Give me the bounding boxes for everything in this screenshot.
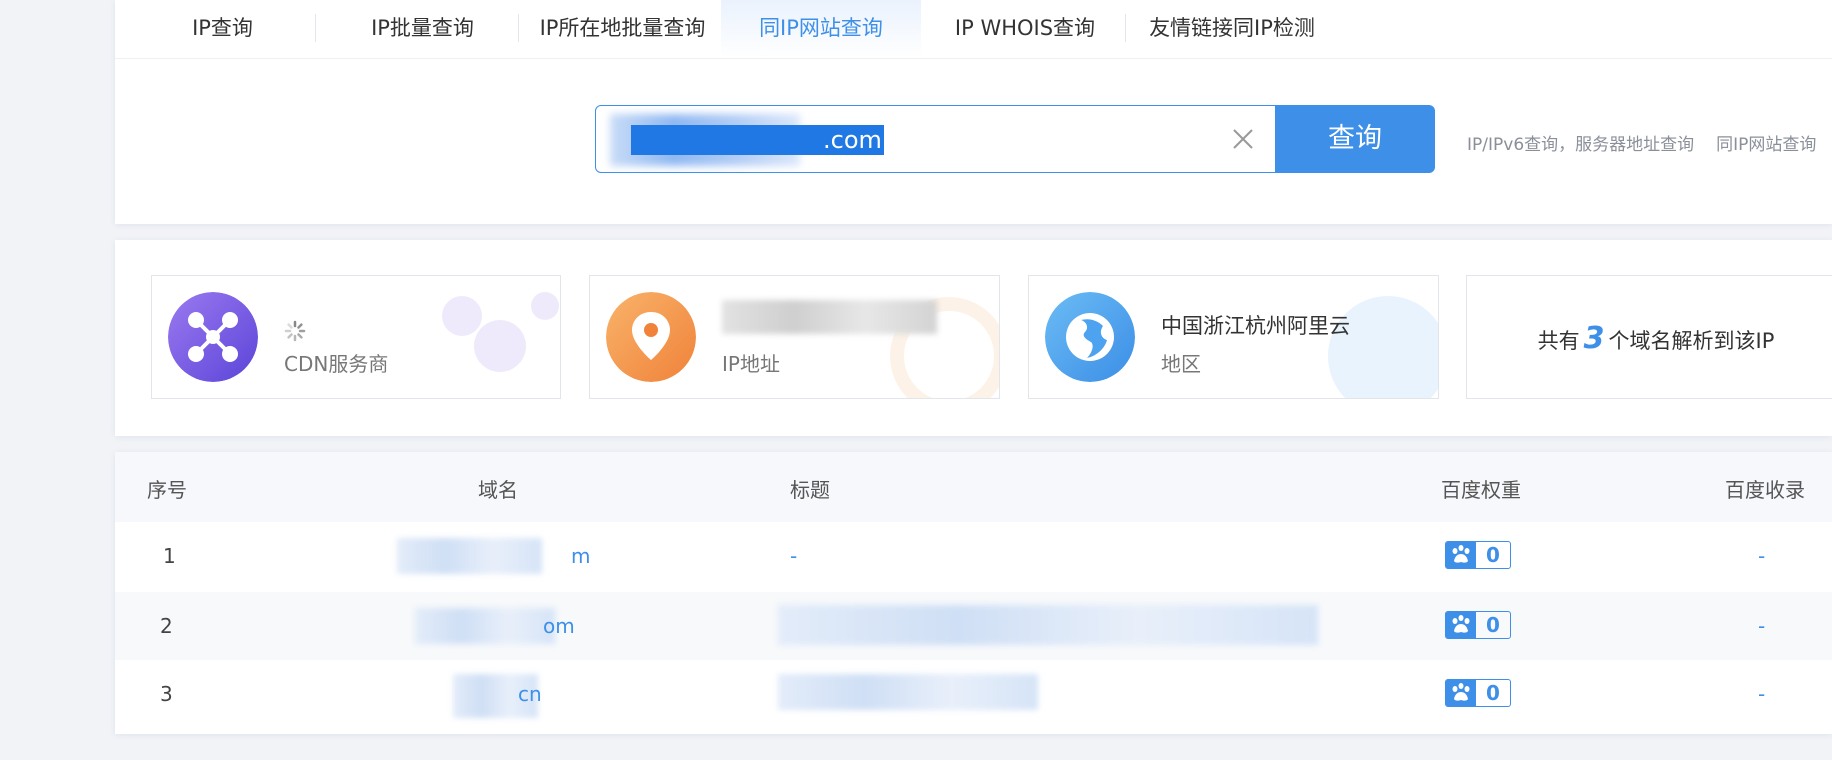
baidu-weight-badge[interactable]: 0 (1445, 541, 1511, 569)
summary-panel: CDN服务商 IP地址 中国浙江杭州阿里云 地区 共有 3 个域名解析到该IP (115, 240, 1832, 436)
tab-ip-location-batch[interactable]: IP所在地批量查询 (520, 0, 725, 58)
header-index: 序号 (147, 478, 187, 502)
tab-divider (315, 14, 316, 42)
ip-card: IP地址 (589, 275, 1000, 399)
table-row: 1 m - 0 - (115, 522, 1832, 590)
domain-count-text: 共有 3 个域名解析到该IP (1537, 321, 1775, 356)
search-input[interactable]: .com (595, 105, 1277, 173)
redacted-title (778, 674, 1038, 710)
region-label: 地区 (1161, 352, 1201, 376)
baidu-paw-icon (1446, 612, 1476, 638)
ip-label: IP地址 (722, 352, 780, 376)
hint-link-same-ip[interactable]: 同IP网站查询 (1716, 135, 1816, 155)
region-value: 中国浙江杭州阿里云 (1161, 314, 1350, 338)
row-domain-link[interactable]: cn (518, 682, 542, 706)
row-index: 1 (163, 544, 176, 568)
redacted-domain (397, 538, 542, 574)
globe-icon (1328, 296, 1438, 398)
location-pin-icon (606, 292, 696, 382)
redacted-domain (415, 608, 555, 644)
baidu-index-value[interactable]: - (1758, 614, 1765, 638)
domain-count: 3 (1583, 321, 1605, 356)
baidu-weight-value: 0 (1486, 543, 1500, 567)
tab-ip-batch[interactable]: IP批量查询 (320, 0, 525, 58)
baidu-paw-icon (1446, 680, 1476, 706)
row-index: 3 (160, 682, 173, 706)
tab-divider (1125, 14, 1126, 42)
header-domain: 域名 (478, 478, 518, 502)
hint-link-ip-query[interactable]: IP/IPv6查询，服务器地址查询 (1467, 135, 1694, 155)
results-table: 序号 域名 标题 百度权重 百度收录 1 m - 0 - 2 om 0 - 3 … (115, 452, 1832, 734)
query-panel: IP查询 IP批量查询 IP所在地批量查询 同IP网站查询 IP WHOIS查询… (115, 0, 1832, 224)
baidu-index-value[interactable]: - (1758, 682, 1765, 706)
tab-ip-query[interactable]: IP查询 (135, 0, 310, 58)
table-row: 3 cn 0 - (115, 660, 1832, 728)
tab-bar: IP查询 IP批量查询 IP所在地批量查询 同IP网站查询 IP WHOIS查询… (115, 0, 1832, 59)
tab-divider (518, 14, 519, 42)
tab-friend-link-check[interactable]: 友情链接同IP检测 (1137, 0, 1327, 58)
row-index: 2 (160, 614, 173, 638)
loading-spinner-icon (284, 320, 306, 342)
domain-count-card: 共有 3 个域名解析到该IP (1466, 275, 1832, 399)
globe-icon (1045, 292, 1135, 382)
redacted-ip-address (722, 300, 937, 334)
baidu-index-value[interactable]: - (1758, 544, 1765, 568)
cdn-label: CDN服务商 (284, 352, 389, 376)
header-baidu-weight: 百度权重 (1441, 478, 1521, 502)
baidu-weight-value: 0 (1486, 613, 1500, 637)
clear-icon[interactable] (1230, 126, 1256, 152)
row-title: - (790, 544, 798, 568)
header-baidu-index: 百度收录 (1725, 478, 1805, 502)
redacted-title (778, 605, 1318, 645)
search-input-value: .com (631, 125, 884, 155)
region-card: 中国浙江杭州阿里云 地区 (1028, 275, 1439, 399)
row-domain-link[interactable]: m (571, 544, 590, 568)
table-row: 2 om 0 - (115, 592, 1832, 660)
search-button[interactable]: 查询 (1275, 105, 1435, 173)
tab-ip-whois[interactable]: IP WHOIS查询 (925, 0, 1125, 58)
network-icon (442, 292, 559, 372)
network-icon (168, 292, 258, 382)
baidu-weight-badge[interactable]: 0 (1445, 611, 1511, 639)
baidu-weight-value: 0 (1486, 681, 1500, 705)
table-header: 序号 域名 标题 百度权重 百度收录 (115, 452, 1832, 522)
baidu-weight-badge[interactable]: 0 (1445, 679, 1511, 707)
tab-same-ip-sites[interactable]: 同IP网站查询 (721, 0, 921, 58)
cdn-card: CDN服务商 (151, 275, 561, 399)
row-domain-link[interactable]: om (543, 614, 575, 638)
header-title: 标题 (790, 478, 830, 502)
baidu-paw-icon (1446, 542, 1476, 568)
hint-links: IP/IPv6查询，服务器地址查询 同IP网站查询 (1467, 130, 1832, 155)
